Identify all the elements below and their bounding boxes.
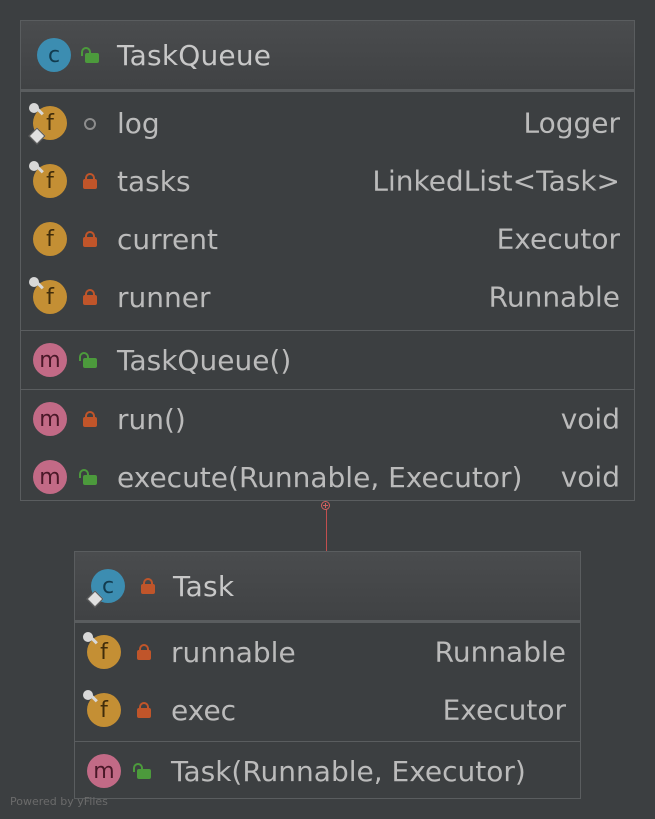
field-row[interactable]: f exec Executor <box>75 681 580 739</box>
field-icon: f <box>29 161 67 198</box>
public-visibility-icon <box>81 47 99 63</box>
method-icon: m <box>33 343 67 377</box>
field-name: tasks <box>117 164 191 198</box>
class-header-task[interactable]: c Task <box>75 552 580 623</box>
field-icon: f <box>83 690 121 727</box>
private-lock-icon <box>83 411 97 427</box>
field-row[interactable]: f runnable Runnable <box>75 623 580 681</box>
class-header-taskqueue[interactable]: c TaskQueue <box>21 21 634 92</box>
methods-section: m run() void m execute(Runnable, Executo… <box>21 390 634 506</box>
public-visibility-icon <box>133 763 151 779</box>
final-pin-icon <box>29 103 39 113</box>
field-name: runner <box>117 280 211 314</box>
field-type: Runnable <box>434 635 566 669</box>
package-visibility-icon <box>83 115 97 131</box>
fields-section: f log Logger f tasks LinkedList<Task> f … <box>21 92 634 331</box>
static-mark-icon <box>28 127 46 145</box>
field-type: Executor <box>442 693 566 727</box>
field-icon: f <box>83 632 121 669</box>
field-row[interactable]: f runner Runnable <box>21 268 634 326</box>
method-name: run() <box>117 402 186 436</box>
powered-by-footer: Powered by yFiles <box>10 795 108 808</box>
final-pin-icon <box>29 161 39 171</box>
method-row[interactable]: m execute(Runnable, Executor) void <box>21 448 634 506</box>
constructor-name: Task(Runnable, Executor) <box>171 754 526 788</box>
field-icon: f <box>28 103 67 145</box>
final-pin-icon <box>29 277 39 287</box>
private-lock-icon <box>137 644 151 660</box>
constructor-name: TaskQueue() <box>117 343 292 377</box>
field-name: runnable <box>171 635 296 669</box>
field-row[interactable]: f tasks LinkedList<Task> <box>21 152 634 210</box>
inner-class-connector-line[interactable] <box>326 507 327 551</box>
constructor-row[interactable]: m Task(Runnable, Executor) <box>75 742 580 800</box>
field-type: Runnable <box>488 280 620 314</box>
field-icon: f <box>29 277 67 314</box>
field-type: Logger <box>523 106 620 140</box>
field-type: Executor <box>496 222 620 256</box>
class-box-task[interactable]: c Task f runnable Runnable f exec Execut… <box>74 551 581 799</box>
class-box-taskqueue[interactable]: c TaskQueue f log Logger f tasks LinkedL… <box>20 20 635 501</box>
field-name: exec <box>171 693 237 727</box>
class-icon: c <box>86 569 125 608</box>
inner-class-connector-head-icon[interactable] <box>321 501 330 510</box>
constructors-section: m Task(Runnable, Executor) <box>75 742 580 800</box>
field-name: log <box>117 106 160 140</box>
public-visibility-icon <box>79 469 97 485</box>
class-icon: c <box>37 38 71 72</box>
class-name: TaskQueue <box>117 38 272 72</box>
method-return-type: void <box>560 460 620 494</box>
method-name: execute(Runnable, Executor) <box>117 460 523 494</box>
private-lock-icon <box>137 702 151 718</box>
private-lock-icon <box>83 289 97 305</box>
method-icon: m <box>33 460 67 494</box>
method-icon: m <box>33 402 67 436</box>
final-pin-icon <box>83 632 93 642</box>
public-visibility-icon <box>79 352 97 368</box>
class-name: Task <box>173 569 235 603</box>
field-row[interactable]: f log Logger <box>21 94 634 152</box>
final-pin-icon <box>83 690 93 700</box>
field-type: LinkedList<Task> <box>372 164 620 198</box>
fields-section: f runnable Runnable f exec Executor <box>75 623 580 742</box>
method-icon: m <box>87 754 121 788</box>
field-row[interactable]: f current Executor <box>21 210 634 268</box>
private-lock-icon <box>141 578 155 594</box>
field-icon: f <box>33 222 67 256</box>
field-name: current <box>117 222 219 256</box>
method-return-type: void <box>560 402 620 436</box>
method-row[interactable]: m run() void <box>21 390 634 448</box>
private-lock-icon <box>83 173 97 189</box>
private-lock-icon <box>83 231 97 247</box>
static-mark-icon <box>86 590 104 608</box>
constructor-row[interactable]: m TaskQueue() <box>21 331 634 389</box>
constructors-section: m TaskQueue() <box>21 331 634 390</box>
